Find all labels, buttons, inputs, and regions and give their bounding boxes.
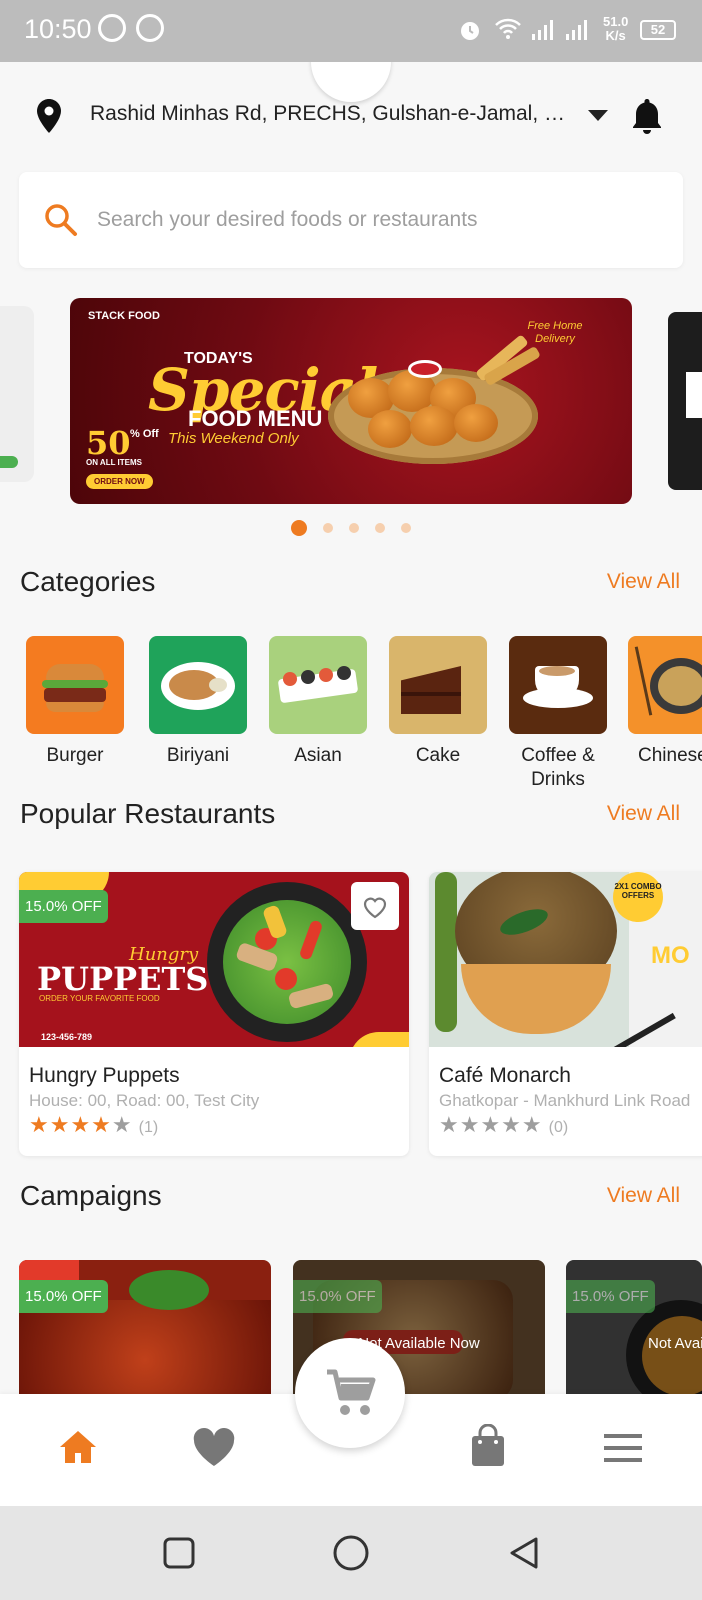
- signal-icon-2: [566, 20, 587, 40]
- banner-brand: STACK FOOD: [88, 310, 160, 322]
- banner-food-menu: FOOD MENU: [188, 406, 323, 431]
- search-bar[interactable]: Search your desired foods or restaurants: [19, 172, 683, 268]
- recent-apps-icon[interactable]: [162, 1536, 196, 1570]
- discount-badge: 15.0% OFF: [293, 1280, 382, 1313]
- orders-icon[interactable]: [470, 1424, 506, 1468]
- banner-off: % Off: [130, 428, 159, 440]
- system-navigation-bar: [0, 1506, 702, 1600]
- banner-delivery: Free Home Delivery: [527, 320, 583, 345]
- categories-view-all[interactable]: View All: [607, 570, 680, 594]
- combo-offer-badge: 2X1 COMBO OFFERS: [613, 872, 663, 922]
- category-label: Biriyani: [166, 745, 230, 766]
- asian-image: [269, 636, 367, 734]
- discount-badge: 15.0% OFF: [19, 890, 108, 923]
- category-cake[interactable]: Cake: [388, 636, 488, 768]
- category-label: Chinese: [638, 745, 702, 766]
- top-notch: [311, 62, 391, 102]
- category-coffee-drinks[interactable]: Coffee & Drinks: [508, 636, 608, 792]
- category-asian[interactable]: Asian: [268, 636, 368, 768]
- banner-order-now: ORDER NOW: [86, 474, 153, 489]
- restaurant-card-cafe-monarch[interactable]: 2X1 COMBO OFFERS MO Café Monarch Ghatkop…: [429, 872, 702, 1156]
- banner-weekend: This Weekend Only: [168, 430, 299, 447]
- rating-stars: ★★★★★ (1): [29, 1112, 159, 1137]
- chinese-image: [628, 636, 702, 734]
- favorite-button[interactable]: [351, 882, 399, 930]
- home-icon[interactable]: [58, 1428, 98, 1466]
- category-label: Coffee & Drinks: [521, 745, 595, 790]
- signal-icon-1: [532, 20, 553, 40]
- messenger-icon: [136, 14, 164, 42]
- address-dropdown-icon[interactable]: [588, 110, 608, 121]
- campaigns-view-all[interactable]: View All: [607, 1184, 680, 1208]
- alarm-icon: [461, 22, 479, 40]
- category-label: Burger: [46, 745, 104, 766]
- battery-indicator: 52: [640, 20, 676, 40]
- cover-brand: PUPPETS: [37, 960, 209, 998]
- cover-phone: 123-456-789: [41, 1032, 93, 1042]
- burger-image: [26, 636, 124, 734]
- location-pin-icon: [37, 99, 61, 133]
- heart-outline-icon: [363, 897, 387, 919]
- cart-icon: [327, 1369, 376, 1415]
- cart-button[interactable]: [295, 1338, 405, 1448]
- popular-view-all[interactable]: View All: [607, 802, 680, 826]
- banner-next[interactable]: [668, 312, 702, 490]
- category-label: Cake: [415, 745, 461, 766]
- search-placeholder: Search your desired foods or restaurants: [97, 208, 478, 231]
- promo-banner[interactable]: STACK FOOD TODAY'S Special FOOD MENU Thi…: [70, 298, 632, 504]
- cake-image: [389, 636, 487, 734]
- cover-brand-partial: MO: [651, 942, 690, 969]
- page-dot[interactable]: [375, 522, 385, 533]
- category-biriyani[interactable]: Biriyani: [148, 636, 248, 768]
- discount-badge: 15.0% OFF: [19, 1280, 108, 1313]
- page-dot[interactable]: [291, 519, 307, 536]
- coffee-image: [509, 636, 607, 734]
- rating-stars: ★★★★★ (0): [439, 1112, 569, 1137]
- restaurant-cover-image: 2X1 COMBO OFFERS MO: [429, 872, 702, 1047]
- page-dot[interactable]: [323, 522, 333, 533]
- popular-restaurants-title: Popular Restaurants: [20, 798, 276, 829]
- campaigns-title: Campaigns: [20, 1180, 162, 1211]
- restaurant-address: Ghatkopar - Mankhurd Link Road: [439, 1091, 691, 1110]
- category-label: Asian: [294, 745, 342, 766]
- restaurant-address: House: 00, Road: 00, Test City: [29, 1091, 260, 1110]
- page-dot[interactable]: [349, 522, 359, 533]
- page-dot[interactable]: [401, 522, 411, 533]
- categories-title: Categories: [20, 566, 156, 597]
- back-icon[interactable]: [508, 1536, 540, 1570]
- banner-discount: 50: [86, 424, 131, 462]
- biriyani-image: [149, 636, 247, 734]
- banner-prev[interactable]: [0, 306, 34, 482]
- delivery-address[interactable]: Rashid Minhas Rd, PRECHS, Gulshan-e-Jama…: [90, 102, 572, 126]
- category-burger[interactable]: Burger: [25, 636, 125, 768]
- banner-all-items: ON ALL ITEMS: [86, 458, 142, 467]
- whatsapp-icon: [98, 14, 126, 42]
- cover-tagline: ORDER YOUR FAVORITE FOOD: [39, 994, 160, 1003]
- wifi-icon: [495, 18, 521, 39]
- campaign-card[interactable]: 15.0% OFF Not Available Now: [566, 1260, 702, 1395]
- status-time: 10:50: [24, 14, 92, 44]
- favorite-icon[interactable]: [192, 1428, 236, 1468]
- review-count: (0): [548, 1119, 569, 1136]
- restaurant-name: Café Monarch: [439, 1064, 571, 1087]
- search-icon: [45, 204, 77, 236]
- app-content: Rashid Minhas Rd, PRECHS, Gulshan-e-Jama…: [0, 62, 702, 1395]
- status-bar: 10:50 51.0 K/s 52: [0, 0, 702, 62]
- restaurant-name: Hungry Puppets: [29, 1064, 180, 1087]
- notification-bell-icon[interactable]: [629, 96, 665, 136]
- menu-icon[interactable]: [604, 1434, 642, 1462]
- banner-pagination: [0, 519, 702, 537]
- campaign-card[interactable]: 15.0% OFF: [19, 1260, 271, 1395]
- network-speed: 51.0 K/s: [603, 14, 629, 43]
- restaurant-card-hungry-puppets[interactable]: Hungry PUPPETS ORDER YOUR FAVORITE FOOD …: [19, 872, 409, 1156]
- discount-badge: 15.0% OFF: [566, 1280, 655, 1313]
- review-count: (1): [138, 1119, 159, 1136]
- not-available-label: Not Available Now: [648, 1335, 702, 1352]
- home-button-icon[interactable]: [332, 1534, 370, 1572]
- category-chinese[interactable]: Chinese: [628, 636, 702, 768]
